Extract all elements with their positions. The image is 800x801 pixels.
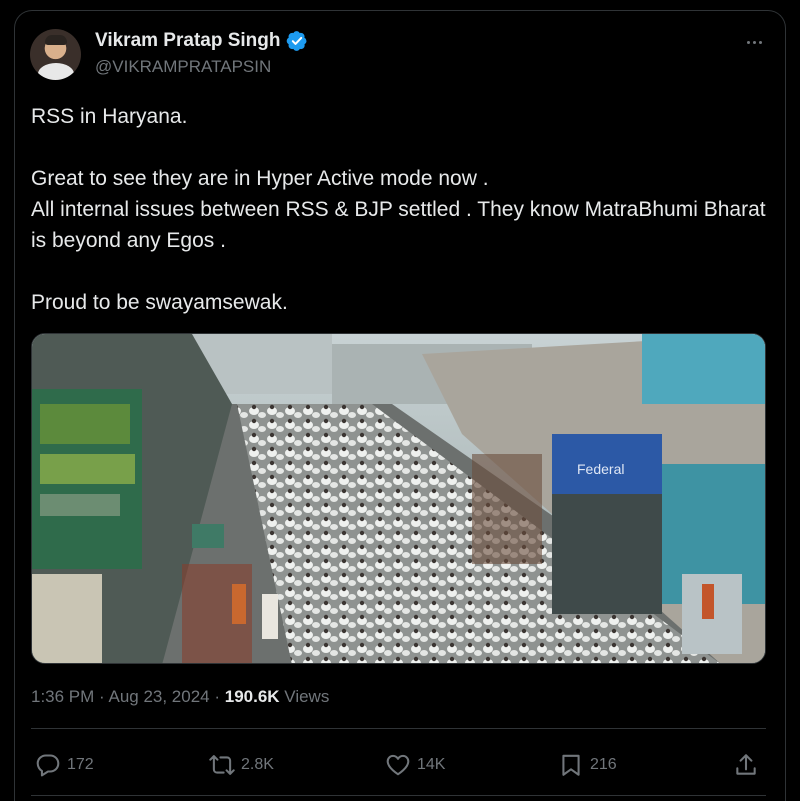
view-count: 190.6K — [224, 687, 280, 706]
reply-icon — [36, 754, 60, 777]
reply-count: 172 — [67, 756, 94, 773]
street-march-image: Federal — [32, 334, 765, 663]
video-thumbnail[interactable]: Federal — [31, 333, 766, 664]
author-handle[interactable]: @VIKRAMPRATAPSIN — [95, 57, 271, 77]
divider — [31, 795, 766, 796]
reply-button[interactable]: 172 — [35, 748, 94, 782]
tweet-timestamp[interactable]: 1:36 PM · Aug 23, 2024 · — [31, 687, 225, 706]
avatar[interactable] — [30, 29, 81, 80]
author-name[interactable]: Vikram Pratap Singh — [95, 30, 281, 52]
verified-icon — [286, 31, 306, 51]
views-label: Views — [279, 687, 330, 706]
like-count: 14K — [417, 756, 446, 773]
repost-icon — [209, 755, 235, 775]
share-icon — [736, 754, 756, 775]
like-icon — [386, 754, 410, 776]
divider — [31, 728, 766, 729]
tweet-text: RSS in Haryana. Great to see they are in… — [31, 105, 766, 314]
repost-button[interactable]: 2.8K — [209, 748, 274, 782]
action-bar: 172 2.8K 14K 216 — [31, 748, 766, 782]
more-icon[interactable] — [740, 32, 768, 52]
bookmark-count: 216 — [590, 756, 617, 773]
like-button[interactable]: 14K — [385, 748, 445, 782]
tweet-meta: 1:36 PM · Aug 23, 2024 · 190.6K Views — [31, 687, 329, 707]
bookmark-icon — [562, 754, 580, 776]
share-button[interactable] — [733, 748, 759, 782]
repost-count: 2.8K — [241, 756, 274, 773]
author-name-row[interactable]: Vikram Pratap Singh — [95, 30, 308, 52]
bookmark-button[interactable]: 216 — [558, 748, 617, 782]
svg-text:Federal: Federal — [577, 461, 624, 477]
